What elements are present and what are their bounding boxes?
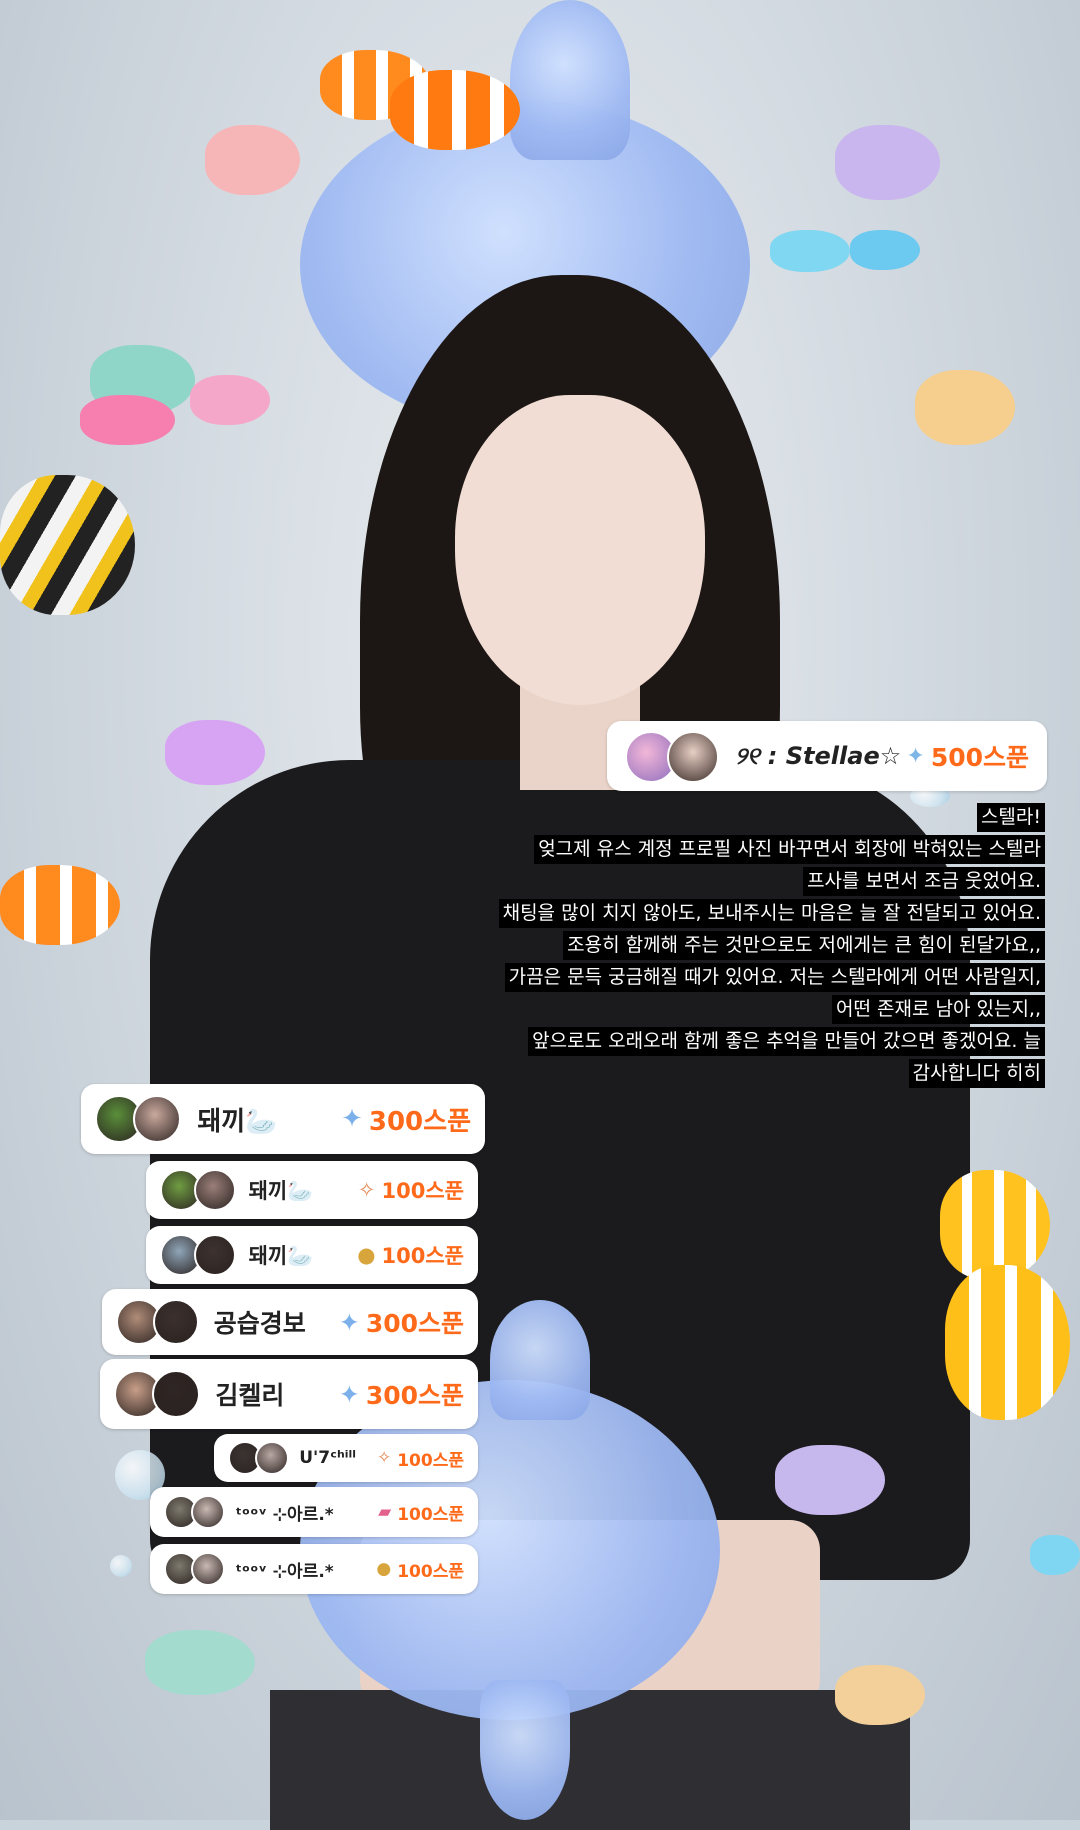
pie-gift-icon: ●	[357, 1243, 376, 1267]
donor-avatars	[164, 1552, 226, 1586]
message-line: 엊그제 유스 계정 프로필 사진 바꾸면서 회장에 박혀있는 스텔라	[534, 835, 1045, 864]
person-face	[455, 395, 705, 705]
donor-avatars	[625, 731, 721, 783]
yellow-fish-sticker	[915, 370, 1015, 445]
pie-gift-icon: ●	[376, 1559, 392, 1579]
pink-fish-sticker	[205, 125, 300, 195]
purple-fish-sticker	[775, 1445, 885, 1515]
teal-fish-sticker	[145, 1630, 255, 1695]
message-line: 프사를 보면서 조금 웃었어요.	[803, 867, 1045, 896]
message-line: 채팅을 많이 치지 않아도, 보내주시는 마음은 늘 잘 전달되고 있어요.	[498, 899, 1045, 928]
donor-avatars	[228, 1441, 290, 1475]
donor-name: ᵗᵒᵒᵛ ⊹아르.*	[235, 1561, 334, 1582]
yellow-fish-sticker	[940, 1170, 1050, 1280]
avatar	[193, 1234, 236, 1276]
donation-card[interactable]: 돼끼🦢 ✧ 100스푼	[146, 1161, 478, 1219]
donation-card[interactable]: 공습경보 ✦ 300스푼	[102, 1289, 478, 1355]
donor-avatars	[160, 1234, 236, 1276]
donor-name: ᵗᵒᵒᵛ ⊹아르.*	[235, 1504, 334, 1525]
donor-name: 돼끼🦢	[248, 1179, 314, 1203]
blue-fish-sticker	[1030, 1535, 1080, 1575]
donation-amount: 100스푼	[397, 1450, 464, 1471]
donation-card[interactable]: ᵗᵒᵒᵛ ⊹아르.* ▰ 100스푼	[150, 1487, 478, 1537]
avatar	[191, 1495, 226, 1529]
donor-avatars	[95, 1095, 182, 1143]
pink-fish-sticker	[190, 375, 270, 425]
candy-gift-icon: ✧	[357, 1178, 376, 1202]
featured-donation-card[interactable]: ୨୧ : Stellae☆ ✦ 500스푼	[607, 721, 1047, 791]
donor-avatars	[116, 1299, 199, 1345]
confetti-gift-icon: ✦	[906, 743, 925, 769]
donation-message: 스텔라! 엊그제 유스 계정 프로필 사진 바꾸면서 회장에 박혀있는 스텔라프사…	[498, 803, 1045, 1091]
message-line: 앞으로도 오래오래 함께 좋은 추억을 만들어 갔으면 좋겠어요. 늘	[528, 1027, 1045, 1056]
message-line: 스텔라!	[976, 803, 1045, 832]
ticket-gift-icon: ▰	[378, 1502, 392, 1522]
donor-name: 돼끼🦢	[248, 1244, 314, 1268]
donation-amount: 100스푼	[381, 1179, 464, 1203]
person-jeans	[270, 1690, 910, 1830]
donation-amount: 300스푼	[368, 1106, 471, 1137]
donation-card[interactable]: 돼끼🦢 ● 100스푼	[146, 1226, 478, 1284]
message-line: 어떤 존재로 남아 있는지,,	[832, 995, 1045, 1024]
purple-fish-sticker	[165, 720, 265, 785]
avatar	[255, 1441, 290, 1475]
donation-amount: 300스푼	[365, 1381, 464, 1410]
donation-amount: 300스푼	[365, 1309, 464, 1338]
donation-card[interactable]: 돼끼🦢 ✦ 300스푼	[81, 1084, 485, 1154]
sunfish-sticker-bottom-tail	[480, 1680, 570, 1820]
donor-name: ୨୧ : Stellae☆	[735, 742, 902, 770]
donor-avatars	[164, 1495, 226, 1529]
purple-fish-sticker	[835, 125, 940, 200]
message-line: 조용히 함께해 주는 것만으로도 저에게는 큰 힘이 된달가요,,	[563, 931, 1045, 960]
ice-gift-icon: ✦	[341, 1104, 363, 1134]
yellow-fish-sticker	[835, 1665, 925, 1725]
avatar	[152, 1299, 199, 1345]
donation-amount: 100스푼	[381, 1244, 464, 1268]
avatar	[152, 1370, 201, 1418]
donor-name: 공습경보	[213, 1309, 306, 1338]
avatar	[191, 1552, 226, 1586]
donor-avatars	[114, 1370, 201, 1418]
candy-gift-icon: ✧	[376, 1448, 392, 1468]
pink-fish-sticker	[80, 395, 175, 445]
ice-gift-icon: ✦	[338, 1307, 360, 1337]
donation-amount: 500스푼	[930, 743, 1029, 772]
yellow-fish-sticker	[945, 1265, 1070, 1420]
blue-fish-sticker	[770, 230, 850, 272]
donor-name: 김켈리	[215, 1381, 285, 1410]
ice-gift-icon: ✦	[338, 1379, 360, 1409]
avatar	[133, 1095, 182, 1143]
angelfish-sticker	[0, 475, 135, 615]
avatar	[667, 731, 719, 783]
sunfish-sticker-top-fin	[510, 0, 630, 160]
donation-amount: 100스푼	[397, 1561, 464, 1582]
sunfish-sticker-bottom-fin	[490, 1300, 590, 1420]
donation-amount: 100스푼	[397, 1504, 464, 1525]
clownfish-sticker	[0, 865, 120, 945]
message-line: 가끔은 문득 궁금해질 때가 있어요. 저는 스텔라에게 어떤 사람일지,	[504, 963, 1045, 992]
donation-card[interactable]: 김켈리 ✦ 300스푼	[100, 1359, 478, 1429]
blue-fish-sticker	[850, 230, 920, 270]
avatar	[193, 1169, 236, 1211]
donor-avatars	[160, 1169, 236, 1211]
clownfish-sticker	[390, 70, 520, 150]
donor-name: U'7ᶜʰⁱˡˡ	[299, 1448, 356, 1468]
donation-card[interactable]: U'7ᶜʰⁱˡˡ ✧ 100스푼	[214, 1434, 478, 1482]
bubble	[110, 1555, 132, 1577]
donation-card[interactable]: ᵗᵒᵒᵛ ⊹아르.* ● 100스푼	[150, 1544, 478, 1594]
message-line: 감사합니다 히히	[908, 1059, 1045, 1088]
donor-name: 돼끼🦢	[197, 1106, 278, 1137]
